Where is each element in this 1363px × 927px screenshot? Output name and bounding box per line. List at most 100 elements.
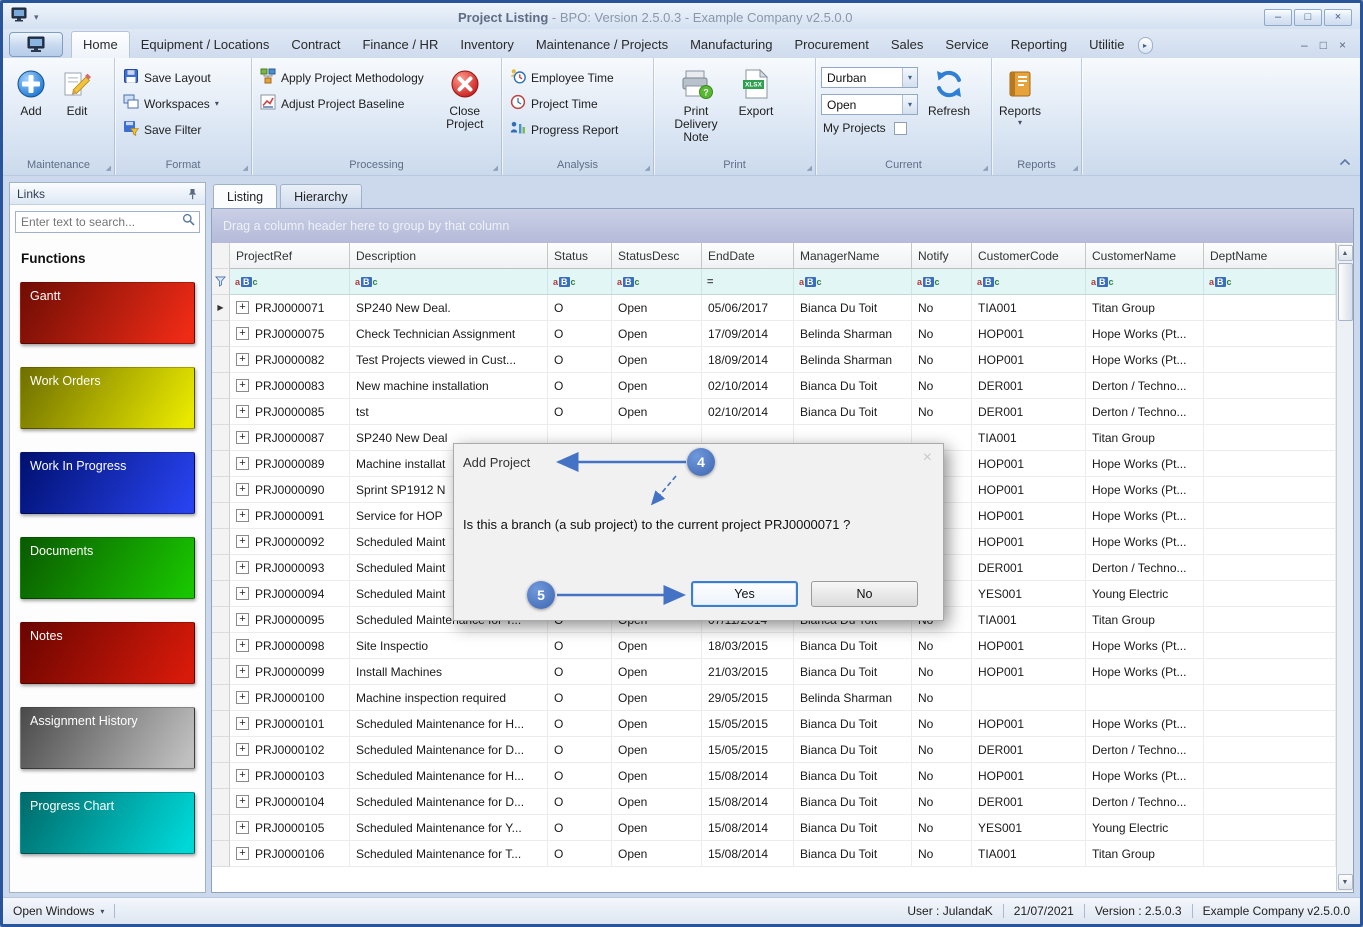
- function-button-notes[interactable]: Notes: [20, 622, 195, 684]
- expand-icon[interactable]: +: [236, 639, 249, 652]
- print-delivery-note-button[interactable]: ? Print Delivery Note: [659, 62, 733, 144]
- reports-button[interactable]: Reports ▾: [997, 62, 1043, 127]
- add-button[interactable]: Add: [8, 62, 54, 118]
- grid-row-PRJ0000099[interactable]: +PRJ0000099Install MachinesOOpen21/03/20…: [212, 659, 1336, 685]
- column-header-customername[interactable]: CustomerName: [1086, 243, 1204, 269]
- function-button-work-orders[interactable]: Work Orders: [20, 367, 195, 429]
- search-input[interactable]: [16, 215, 182, 229]
- ribbon-tab-finance-hr[interactable]: Finance / HR: [351, 31, 449, 58]
- minimize-button[interactable]: –: [1264, 9, 1292, 26]
- grid-row-PRJ0000106[interactable]: +PRJ0000106Scheduled Maintenance for T..…: [212, 841, 1336, 867]
- column-header-status[interactable]: Status: [548, 243, 612, 269]
- scroll-down-icon[interactable]: ▼: [1338, 874, 1353, 890]
- expand-icon[interactable]: +: [236, 483, 249, 496]
- expand-icon[interactable]: +: [236, 847, 249, 860]
- filter-cell-status[interactable]: aBc: [548, 269, 612, 295]
- maximize-button[interactable]: □: [1294, 9, 1322, 26]
- expand-icon[interactable]: +: [236, 509, 249, 522]
- column-header-enddate[interactable]: EndDate: [702, 243, 794, 269]
- column-header-customercode[interactable]: CustomerCode: [972, 243, 1086, 269]
- grid-row-PRJ0000100[interactable]: +PRJ0000100Machine inspection requiredOO…: [212, 685, 1336, 711]
- column-header-description[interactable]: Description: [350, 243, 548, 269]
- grid-row-PRJ0000103[interactable]: +PRJ0000103Scheduled Maintenance for H..…: [212, 763, 1336, 789]
- group-by-bar[interactable]: Drag a column header here to group by th…: [212, 209, 1353, 243]
- dialog-close-icon[interactable]: ×: [923, 450, 932, 466]
- mdi-restore-button[interactable]: □: [1320, 39, 1327, 51]
- expand-icon[interactable]: +: [236, 353, 249, 366]
- tab-hierarchy[interactable]: Hierarchy: [280, 184, 362, 208]
- scrollbar-thumb[interactable]: [1338, 263, 1353, 321]
- print-dialog-launcher-icon[interactable]: ◢: [807, 164, 812, 172]
- grid-row-PRJ0000075[interactable]: +PRJ0000075Check Technician AssignmentOO…: [212, 321, 1336, 347]
- function-button-progress-chart[interactable]: Progress Chart: [20, 792, 195, 854]
- yes-button[interactable]: Yes: [691, 581, 798, 607]
- processing-dialog-launcher-icon[interactable]: ◢: [493, 164, 498, 172]
- ribbon-tab-procurement[interactable]: Procurement: [783, 31, 879, 58]
- ribbon-tab-home[interactable]: Home: [71, 31, 130, 58]
- save-filter-button[interactable]: Save Filter: [120, 120, 204, 139]
- expand-icon[interactable]: +: [236, 405, 249, 418]
- status-combobox[interactable]: Open ▾: [821, 94, 918, 115]
- ribbon-collapse-icon[interactable]: [1339, 153, 1351, 171]
- adjust-project-baseline-button[interactable]: Adjust Project Baseline: [257, 94, 407, 113]
- pin-icon[interactable]: [187, 188, 198, 200]
- current-dialog-launcher-icon[interactable]: ◢: [983, 164, 988, 172]
- grid-row-PRJ0000098[interactable]: +PRJ0000098Site InspectioOOpen18/03/2015…: [212, 633, 1336, 659]
- ribbon-tab-service[interactable]: Service: [934, 31, 999, 58]
- column-header-managername[interactable]: ManagerName: [794, 243, 912, 269]
- tab-scroll-right-icon[interactable]: ▸: [1138, 37, 1153, 54]
- column-header-statusdesc[interactable]: StatusDesc: [612, 243, 702, 269]
- column-header-notify[interactable]: Notify: [912, 243, 972, 269]
- analysis-dialog-launcher-icon[interactable]: ◢: [645, 164, 650, 172]
- filter-cell-enddate[interactable]: =: [702, 269, 794, 295]
- expand-icon[interactable]: +: [236, 613, 249, 626]
- ribbon-tab-manufacturing[interactable]: Manufacturing: [679, 31, 783, 58]
- save-layout-button[interactable]: Save Layout: [120, 68, 214, 87]
- reports-dialog-launcher-icon[interactable]: ◢: [1073, 164, 1078, 172]
- progress-report-button[interactable]: Progress Report: [507, 120, 621, 139]
- expand-icon[interactable]: +: [236, 431, 249, 444]
- no-button[interactable]: No: [811, 581, 918, 607]
- expand-icon[interactable]: +: [236, 769, 249, 782]
- expand-icon[interactable]: +: [236, 301, 249, 314]
- filter-cell-customercode[interactable]: aBc: [972, 269, 1086, 295]
- open-windows-button[interactable]: Open Windows ▾: [13, 904, 104, 918]
- workspaces-button[interactable]: Workspaces ▾: [120, 94, 222, 113]
- export-button[interactable]: XLSX Export: [733, 62, 779, 118]
- ribbon-tab-sales[interactable]: Sales: [880, 31, 935, 58]
- function-button-work-in-progress[interactable]: Work In Progress: [20, 452, 195, 514]
- refresh-button[interactable]: Refresh: [926, 62, 972, 118]
- ribbon-tab-inventory[interactable]: Inventory: [449, 31, 524, 58]
- expand-icon[interactable]: +: [236, 821, 249, 834]
- scroll-up-icon[interactable]: ▲: [1338, 245, 1353, 261]
- expand-icon[interactable]: +: [236, 327, 249, 340]
- column-header-projectref[interactable]: ProjectRef: [230, 243, 350, 269]
- employee-time-button[interactable]: Employee Time: [507, 68, 617, 87]
- filter-cell-customername[interactable]: aBc: [1086, 269, 1204, 295]
- tab-listing[interactable]: Listing: [213, 184, 277, 208]
- function-button-documents[interactable]: Documents: [20, 537, 195, 599]
- site-combobox[interactable]: Durban ▾: [821, 67, 918, 88]
- expand-icon[interactable]: +: [236, 457, 249, 470]
- expand-icon[interactable]: +: [236, 691, 249, 704]
- filter-cell-notify[interactable]: aBc: [912, 269, 972, 295]
- grid-row-PRJ0000102[interactable]: +PRJ0000102Scheduled Maintenance for D..…: [212, 737, 1336, 763]
- maintenance-dialog-launcher-icon[interactable]: ◢: [106, 164, 111, 172]
- apply-project-methodology-button[interactable]: Apply Project Methodology: [257, 68, 427, 87]
- format-dialog-launcher-icon[interactable]: ◢: [243, 164, 248, 172]
- project-time-button[interactable]: Project Time: [507, 94, 601, 113]
- ribbon-tab-utilitie[interactable]: Utilitie: [1078, 31, 1135, 58]
- expand-icon[interactable]: +: [236, 587, 249, 600]
- ribbon-tab-contract[interactable]: Contract: [280, 31, 351, 58]
- function-button-gantt[interactable]: Gantt: [20, 282, 195, 344]
- expand-icon[interactable]: +: [236, 561, 249, 574]
- search-icon[interactable]: [182, 213, 195, 231]
- site-combobox-dropdown-icon[interactable]: ▾: [902, 68, 917, 87]
- filter-cell-description[interactable]: aBc: [350, 269, 548, 295]
- application-menu-button[interactable]: [9, 32, 63, 57]
- quick-access-dropdown-icon[interactable]: ▾: [34, 12, 39, 23]
- mdi-close-button[interactable]: ×: [1339, 39, 1346, 51]
- expand-icon[interactable]: +: [236, 535, 249, 548]
- expand-icon[interactable]: +: [236, 743, 249, 756]
- grid-row-PRJ0000104[interactable]: +PRJ0000104Scheduled Maintenance for D..…: [212, 789, 1336, 815]
